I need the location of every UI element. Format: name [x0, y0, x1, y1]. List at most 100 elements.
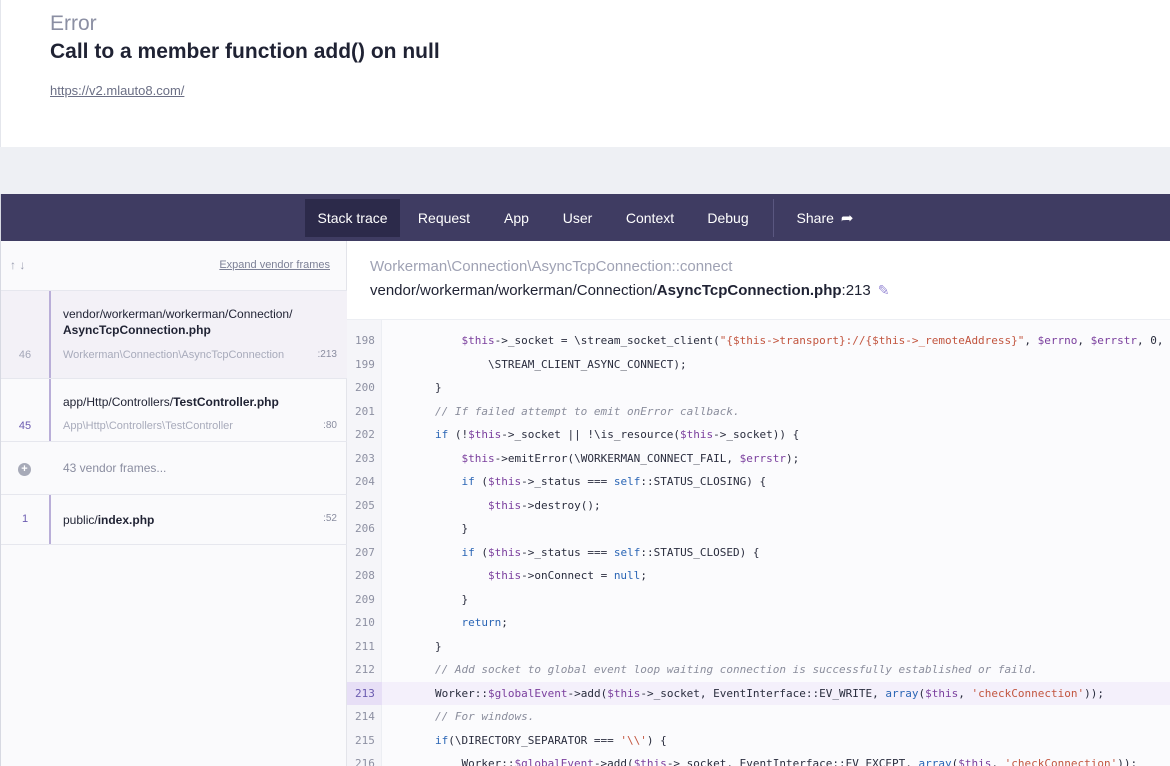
frame-class: Workerman\Connection\AsyncTcpConnection: [63, 349, 285, 361]
tab-divider: [773, 199, 774, 237]
code-text: return;: [461, 616, 508, 629]
code-line: 211 }: [347, 635, 1170, 658]
share-arrow-icon: ➦: [840, 210, 854, 227]
tab-user[interactable]: User: [555, 199, 600, 237]
frame-path: public/index.php: [63, 512, 154, 528]
frame-path-dir: vendor/workerman/workerman/Connection/: [63, 307, 293, 321]
frame-line: :213: [317, 349, 337, 360]
code-line: 208 $this->onConnect = null;: [347, 564, 1170, 587]
stack-frame-45[interactable]: app/Http/Controllers/TestController.php …: [1, 379, 347, 442]
location-class-method: Workerman\Connection\AsyncTcpConnection:…: [370, 258, 733, 275]
code-line: 212 // Add socket to global event loop w…: [347, 658, 1170, 681]
frame-number: 46: [18, 349, 32, 361]
frame-path-dir: public/: [63, 513, 98, 527]
line-number: 202: [355, 428, 375, 441]
error-url-link[interactable]: https://v2.mlauto8.com/: [50, 83, 184, 98]
tab-app[interactable]: App: [493, 199, 540, 237]
code-text: // If failed attempt to emit onError cal…: [382, 404, 740, 418]
code-viewer: 198 $this->_socket = \stream_socket_clie…: [347, 319, 1170, 766]
location-line: :213: [841, 282, 871, 299]
code-text: }: [382, 592, 469, 606]
code-line: 215 if(\DIRECTORY_SEPARATOR === '\\') {: [347, 729, 1170, 752]
frame-detail: Workerman\Connection\AsyncTcpConnection:…: [347, 241, 1170, 766]
line-number: 211: [355, 639, 375, 653]
line-number: 204: [355, 475, 375, 488]
frame-path-file: index.php: [97, 513, 155, 527]
frame-number: 45: [18, 420, 32, 432]
frame-path-dir: app/Http/Controllers/: [63, 395, 174, 409]
code-text: }: [382, 381, 442, 394]
code-text: // For windows.: [382, 710, 535, 723]
code-text: $this->onConnect = null;: [487, 569, 647, 582]
code-line: 200 }: [347, 376, 1170, 399]
code-line: 201 // If failed attempt to emit onError…: [347, 400, 1170, 423]
stack-frame-1[interactable]: 1 public/index.php :52: [1, 495, 347, 545]
code-line-highlighted: 213 Worker::$globalEvent->add($this->_so…: [347, 681, 1170, 705]
location-dir: vendor/workerman/workerman/Connection/: [370, 282, 657, 299]
frame-number: 1: [21, 513, 29, 525]
tab-debug[interactable]: Debug: [699, 199, 757, 237]
frame-app-bar: [49, 379, 51, 441]
expand-plus-icon: +: [18, 463, 31, 476]
line-number: 199: [355, 357, 375, 371]
line-number: 207: [355, 545, 375, 559]
line-number: 213: [347, 681, 382, 705]
code-text: Worker::$globalEvent->add($this->_socket…: [382, 686, 1104, 700]
code-text: }: [382, 522, 469, 535]
code-text: $this->emitError(\WORKERMAN_CONNECT_FAIL…: [461, 451, 800, 465]
code-line: 206 }: [347, 517, 1170, 540]
tab-stack-trace[interactable]: Stack trace: [305, 199, 400, 237]
error-header: Error Call to a member function add() on…: [0, 0, 1170, 147]
line-number: 208: [355, 569, 375, 582]
sidebar-toolbar: ↑ ↓ Expand vendor frames: [1, 241, 347, 291]
frame-class: App\Http\Controllers\TestController: [63, 420, 233, 432]
location-file: vendor/workerman/workerman/Connection/As…: [370, 282, 889, 299]
code-line: 209 }: [347, 588, 1170, 611]
frame-path-file: TestController.php: [173, 395, 279, 409]
tab-request[interactable]: Request: [409, 199, 479, 237]
code-text: \STREAM_CLIENT_ASYNC_CONNECT);: [382, 357, 687, 371]
frame-path: app/Http/Controllers/TestController.php: [63, 394, 279, 410]
line-number: 200: [355, 381, 375, 394]
line-number: 215: [355, 733, 375, 747]
vendor-frames-label: 43 vendor frames...: [63, 461, 167, 475]
code-line: 198 $this->_socket = \stream_socket_clie…: [347, 329, 1170, 352]
frame-line: :80: [323, 420, 337, 431]
code-line: 210 return;: [347, 611, 1170, 634]
code-text: Worker::$globalEvent->add($this->_socket…: [382, 757, 1138, 766]
frame-selected-bar: [49, 291, 51, 378]
stack-panel: Stack trace Request App User Context Deb…: [0, 194, 1170, 766]
code-text: if ($this->_status === self::STATUS_CLOS…: [461, 545, 760, 559]
code-line: 216 Worker::$globalEvent->add($this->_so…: [347, 752, 1170, 766]
code-text: if (!$this->_socket || !\is_resource($th…: [434, 428, 800, 441]
sort-arrows-icon[interactable]: ↑ ↓: [10, 258, 25, 272]
code-text: }: [382, 639, 442, 653]
code-line: 207 if ($this->_status === self::STATUS_…: [347, 541, 1170, 564]
frame-path: vendor/workerman/workerman/Connection/ A…: [63, 306, 292, 338]
code-text: $this->_socket = \stream_socket_client("…: [461, 334, 1164, 347]
line-number: 203: [355, 451, 375, 465]
code-line: 204 if ($this->_status === self::STATUS_…: [347, 470, 1170, 493]
line-number: 210: [355, 616, 375, 629]
tab-context[interactable]: Context: [615, 199, 685, 237]
line-number: 206: [355, 522, 375, 535]
line-number: 216: [355, 757, 375, 766]
expand-vendor-frames-link[interactable]: Expand vendor frames: [219, 259, 330, 271]
code-line: 202 if (!$this->_socket || !\is_resource…: [347, 423, 1170, 446]
tab-bar: Stack trace Request App User Context Deb…: [1, 194, 1170, 241]
frames-sidebar: ↑ ↓ Expand vendor frames vendor/workerma…: [1, 241, 347, 766]
tab-share[interactable]: Share ➦: [787, 199, 863, 237]
error-message: Call to a member function add() on null: [50, 40, 440, 63]
line-number: 201: [355, 404, 375, 418]
stack-frame-46[interactable]: vendor/workerman/workerman/Connection/ A…: [1, 291, 347, 379]
line-number: 214: [355, 710, 375, 723]
code-line: 199 \STREAM_CLIENT_ASYNC_CONNECT);: [347, 353, 1170, 376]
line-number: 205: [355, 498, 375, 512]
share-label: Share: [796, 210, 834, 226]
code-line: 203 $this->emitError(\WORKERMAN_CONNECT_…: [347, 447, 1170, 470]
code-line: 205 $this->destroy();: [347, 494, 1170, 517]
edit-pencil-icon[interactable]: ✎: [878, 282, 890, 299]
vendor-frames-collapsed[interactable]: + 43 vendor frames...: [1, 442, 347, 495]
frame-app-bar: [49, 495, 51, 544]
line-number: 209: [355, 592, 375, 606]
